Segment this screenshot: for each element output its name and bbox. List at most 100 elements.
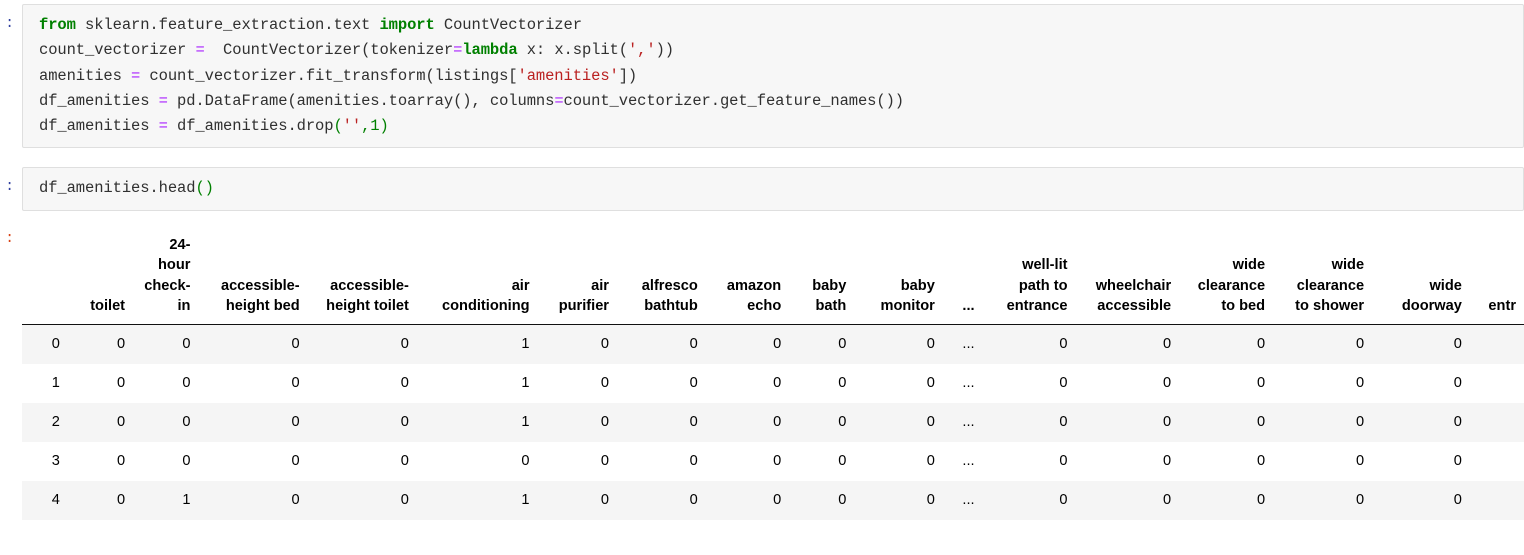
table-cell: 0 (600, 452, 609, 469)
table-cell-ellipsis: ... (962, 413, 975, 430)
table-cell: 0 (116, 335, 126, 352)
table-row-index: 4 (51, 491, 60, 508)
code-token: from (39, 16, 86, 34)
code-token: df_amenities (39, 91, 159, 110)
table-cell: 0 (1059, 335, 1068, 352)
table-cell: 0 (838, 374, 847, 391)
table-cell: 0 (1256, 335, 1266, 352)
table-col-header: baby bath (789, 234, 855, 325)
table-cell: 0 (600, 335, 609, 352)
code-editor-2[interactable]: df_amenities.head() (22, 167, 1524, 211)
table-cell: 0 (116, 491, 126, 508)
table-cell (1470, 481, 1524, 520)
table-cell (1470, 403, 1524, 442)
code-token: df_amenities.head (39, 179, 196, 198)
table-header-row: toilet 24-hour check-in accessible-height … (22, 234, 1524, 325)
table-cell: 0 (773, 491, 782, 508)
table-cell: 0 (1059, 491, 1068, 508)
table-col-header: wide clearance to bed (1179, 234, 1274, 325)
table-index-header (22, 234, 68, 325)
table-cell: 0 (400, 413, 409, 430)
output-cell: : toilet 24-hour check-in accessible-heigh… (0, 229, 1524, 520)
table-row: 3 0 0 0 0 0 0 0 0 0 0... 0 0 0 0 0 (22, 441, 1524, 481)
table-col-header: entr (1469, 234, 1524, 325)
code-token: CountVectorizer (443, 16, 582, 34)
code-token: lambda (462, 41, 518, 60)
code-cell-2: : df_amenities.head() (0, 167, 1524, 211)
table-cell: 0 (1059, 452, 1068, 469)
code-token: = (131, 66, 141, 85)
code-token: , (361, 117, 371, 136)
table-cell: 0 (1256, 374, 1266, 391)
code-token: CountVectorizer (204, 41, 362, 60)
table-col-header: air purifier (537, 234, 617, 325)
table-cell: 0 (1355, 335, 1365, 352)
code-token: ]) (618, 66, 638, 85)
table-cell: 1 (182, 491, 191, 508)
table-col-header: 24-hour check-in (133, 234, 199, 325)
table-cell: 1 (521, 491, 530, 508)
table-row-index: 0 (51, 335, 60, 352)
table-row-index: 1 (51, 374, 60, 391)
table-cell: 0 (773, 335, 782, 352)
code-token: ',' (627, 41, 656, 60)
table-cell: 0 (1059, 413, 1068, 430)
table-cell (1470, 364, 1524, 403)
code-token: ( (361, 41, 371, 60)
table-cell: 0 (1256, 413, 1266, 430)
table-col-header: accessible-height toilet (307, 234, 417, 325)
code-token: count_vectorizer (39, 41, 196, 60)
table-header: toilet 24-hour check-in accessible-height … (22, 234, 1524, 325)
table-cell: 0 (838, 413, 847, 430)
table-cell: 0 (1163, 413, 1172, 430)
code-token: count_vectorizer.fit_transform (140, 66, 426, 85)
table-cell: 0 (400, 335, 409, 352)
table-body: 0 0 0 0 0 1 0 0 0 0 0... 0 0 0 0 0 1 0 0 0 0 1 0 0 0 0 0... 0 0 0 0 0 2 0… (22, 324, 1524, 520)
table-cell: 0 (1355, 374, 1365, 391)
code-cell-1: : from sklearn.feature_extraction.text i… (0, 4, 1524, 149)
table-cell: 1 (521, 335, 530, 352)
code-token: tokenizer (370, 41, 454, 60)
code-editor-1[interactable]: from sklearn.feature_extraction.text imp… (22, 4, 1524, 149)
table-col-header: well-lit path to entrance (982, 234, 1076, 325)
table-col-header: wheelchair accessible (1075, 234, 1180, 325)
table-cell: 0 (182, 374, 191, 391)
table-cell: 0 (689, 335, 698, 352)
table-cell: 0 (182, 335, 191, 352)
output-prompt: : (5, 230, 14, 247)
code-token: df_amenities (39, 117, 159, 136)
table-cell: 0 (400, 491, 409, 508)
table-cell: 0 (521, 452, 530, 469)
code-token: x: x.split (517, 41, 619, 60)
table-cell: 0 (1453, 491, 1462, 508)
jupyter-notebook: : from sklearn.feature_extraction.text i… (0, 4, 1524, 520)
table-row-index: 2 (51, 413, 60, 430)
table-cell: 0 (291, 335, 300, 352)
code-token: '' (342, 117, 362, 136)
table-col-header: amazon echo (705, 234, 790, 325)
code-token: )) (655, 41, 675, 60)
table-cell: 0 (689, 374, 698, 391)
code-text-1[interactable]: from sklearn.feature_extraction.text imp… (39, 13, 1519, 139)
table-cell: 0 (600, 491, 609, 508)
table-cell: 0 (1453, 413, 1462, 430)
table-cell: 0 (116, 452, 126, 469)
code-token: ()) (876, 91, 904, 110)
table-cell: 0 (926, 452, 935, 469)
table-cell (1470, 442, 1524, 481)
table-cell: 0 (689, 452, 698, 469)
code-text-2[interactable]: df_amenities.head() (39, 176, 1519, 201)
code-token: ( (333, 117, 343, 136)
table-cell: 0 (1355, 413, 1365, 430)
table-row: 0 0 0 0 0 1 0 0 0 0 0... 0 0 0 0 0 (22, 324, 1524, 364)
table-row: 1 0 0 0 0 1 0 0 0 0 0... 0 0 0 0 0 (22, 363, 1524, 403)
table-cell: 0 (773, 374, 782, 391)
code-token: [ (508, 66, 518, 85)
table-cell: 0 (1059, 374, 1068, 391)
table-cell: 0 (1163, 491, 1172, 508)
table-cell: 0 (1256, 452, 1266, 469)
code-token: count_vectorizer.get_feature_names (563, 91, 877, 110)
table-cell: 0 (1163, 335, 1172, 352)
table-cell: 0 (926, 491, 935, 508)
table-cell: 0 (600, 374, 609, 391)
